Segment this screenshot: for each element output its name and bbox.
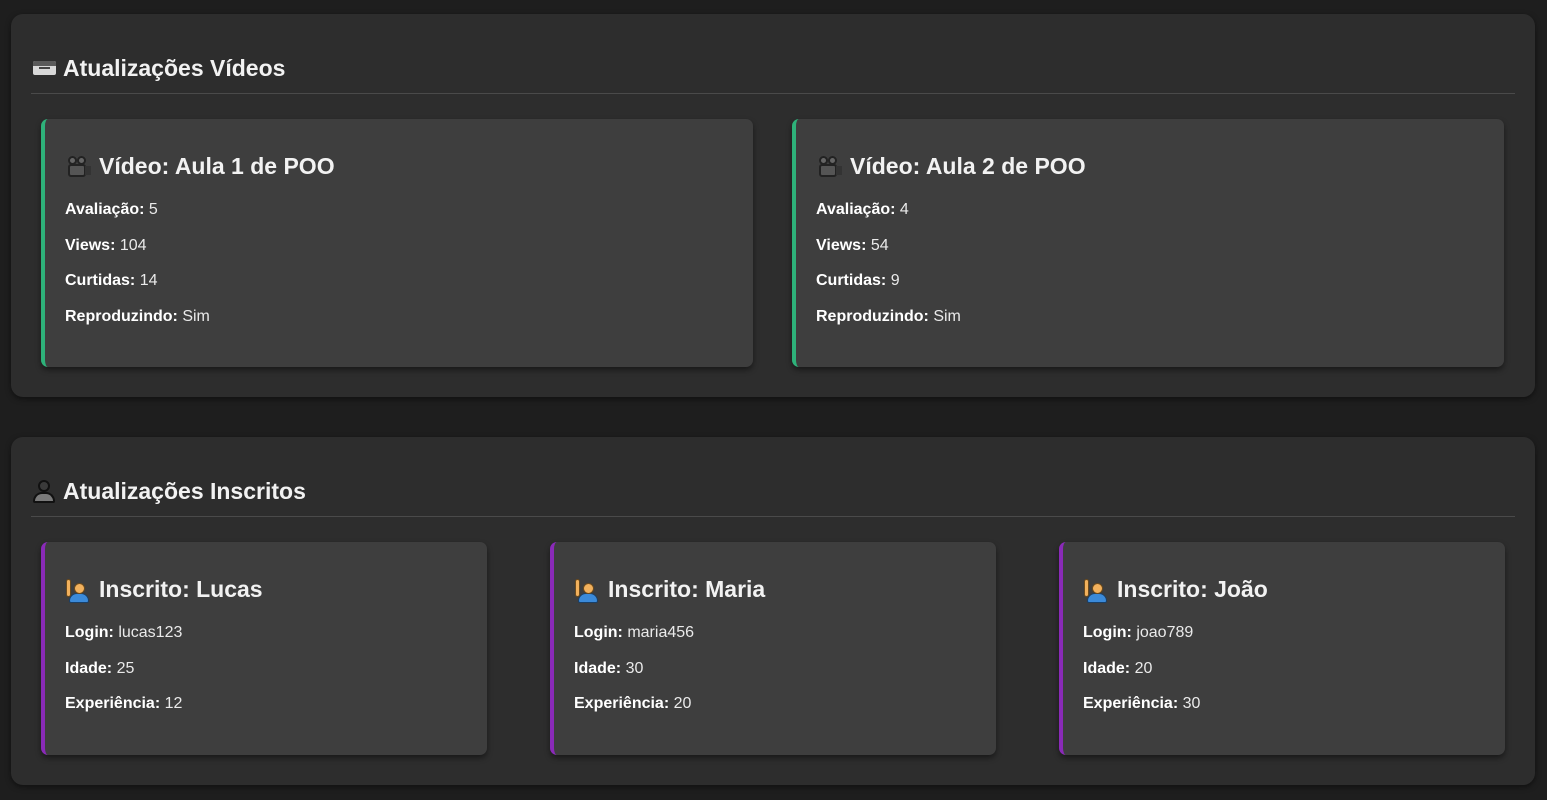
subscriber-experience: Experiência: 30 xyxy=(1083,695,1201,712)
subscriber-card-title: Inscrito: João xyxy=(1117,575,1268,602)
subscribers-section-header: Atualizações Inscritos xyxy=(31,475,1515,517)
video-rating: Avaliação: 4 xyxy=(816,201,909,218)
subscriber-age: Idade: 25 xyxy=(65,659,135,677)
subscriber-login: Login: joao789 xyxy=(1083,624,1194,641)
videos-section-title: Atualizações Vídeos xyxy=(63,55,286,81)
subscriber-card-header: Inscrito: Lucas xyxy=(65,572,487,606)
subscriber-login: Login: lucas123 xyxy=(65,624,183,641)
video-card: Vídeo: Aula 2 de POO Avaliação: 4 Views:… xyxy=(792,119,1504,367)
person-raising-hand-icon xyxy=(574,578,600,604)
video-views: Views: 104 xyxy=(65,236,147,254)
subscriber-age: Idade: 20 xyxy=(1083,659,1153,677)
video-card-header: Vídeo: Aula 2 de POO xyxy=(816,149,1504,183)
video-likes: Curtidas: 14 xyxy=(65,272,158,289)
video-playing: Reproduzindo: Sim xyxy=(816,307,961,325)
subscriber-login: Login: maria456 xyxy=(574,624,695,641)
video-playing: Reproduzindo: Sim xyxy=(65,307,210,325)
subscriber-age: Idade: 30 xyxy=(574,659,644,677)
subscriber-card-title: Inscrito: Lucas xyxy=(99,575,263,602)
videos-section-header: Atualizações Vídeos xyxy=(31,52,1515,94)
video-card-title: Vídeo: Aula 1 de POO xyxy=(99,152,335,179)
subscriber-card-header: Inscrito: João xyxy=(1083,572,1505,606)
subscribers-section-title: Atualizações Inscritos xyxy=(63,478,306,504)
movie-camera-icon xyxy=(65,155,91,181)
person-raising-hand-icon xyxy=(65,578,91,604)
video-card: Vídeo: Aula 1 de POO Avaliação: 5 Views:… xyxy=(41,119,753,367)
subscriber-card-header: Inscrito: Maria xyxy=(574,572,996,606)
movie-camera-icon xyxy=(816,155,842,181)
subscriber-card-title: Inscrito: Maria xyxy=(608,575,766,602)
subscriber-card: Inscrito: Maria Login: maria456 Idade: 3… xyxy=(550,542,996,755)
subscriber-experience: Experiência: 12 xyxy=(65,695,183,712)
subscriber-experience: Experiência: 20 xyxy=(574,695,692,712)
video-card-title: Vídeo: Aula 2 de POO xyxy=(850,152,1086,179)
video-rating: Avaliação: 5 xyxy=(65,201,158,218)
subscribers-section: Atualizações Inscritos Inscrito: Lucas L… xyxy=(11,437,1535,785)
videos-section: Atualizações Vídeos Vídeo: Aula 1 de POO… xyxy=(11,14,1535,397)
subscriber-card: Inscrito: Lucas Login: lucas123 Idade: 2… xyxy=(41,542,487,755)
user-silhouette-icon xyxy=(31,478,57,504)
card-file-box-icon xyxy=(31,55,57,81)
video-card-header: Vídeo: Aula 1 de POO xyxy=(65,149,753,183)
subscriber-card: Inscrito: João Login: joao789 Idade: 20 … xyxy=(1059,542,1505,755)
video-views: Views: 54 xyxy=(816,236,889,254)
person-raising-hand-icon xyxy=(1083,578,1109,604)
video-likes: Curtidas: 9 xyxy=(816,272,900,289)
